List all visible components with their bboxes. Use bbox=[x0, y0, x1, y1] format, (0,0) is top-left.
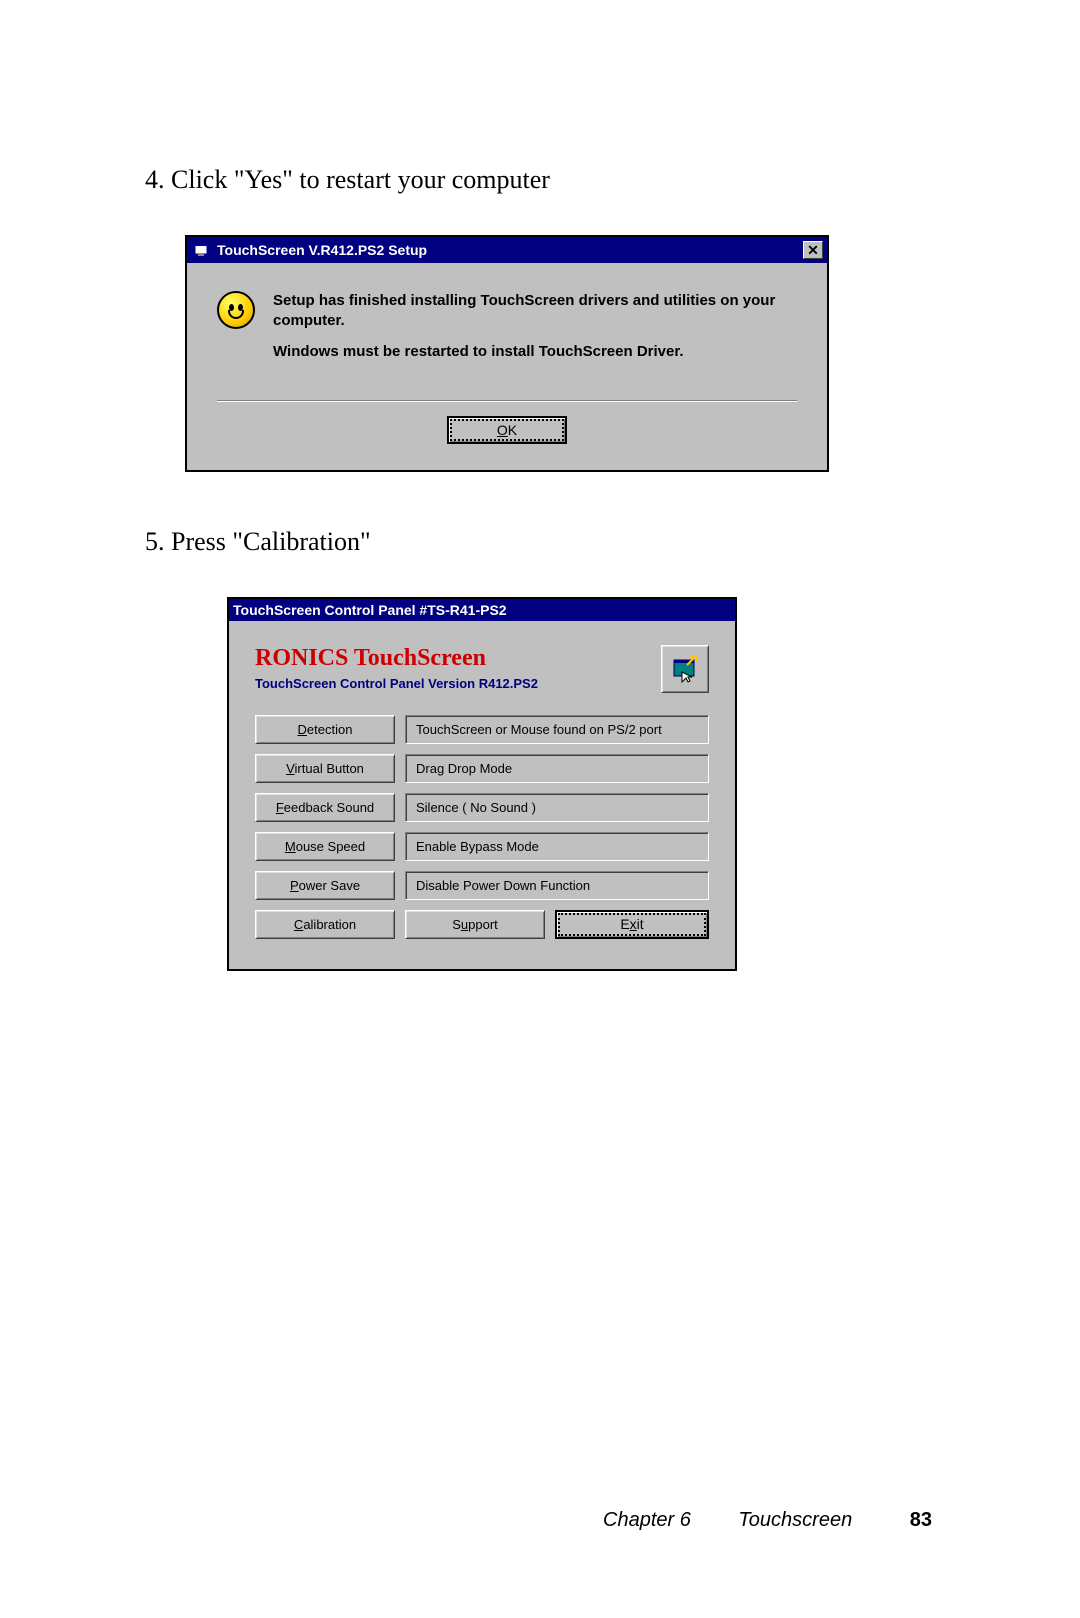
row-virtual-button: Virtual Button Drag Drop Mode bbox=[255, 754, 709, 783]
footer-chapter: Chapter 6 bbox=[603, 1509, 691, 1531]
power-save-value: Disable Power Down Function bbox=[405, 871, 709, 900]
feedback-sound-value: Silence ( No Sound ) bbox=[405, 793, 709, 822]
setup-titlebar: TouchScreen V.R412.PS2 Setup ✕ bbox=[187, 237, 827, 263]
support-button[interactable]: Support bbox=[405, 910, 545, 939]
page-footer: Chapter 6 Touchscreen 83 bbox=[0, 1509, 1080, 1532]
setup-dialog: TouchScreen V.R412.PS2 Setup ✕ Setup has… bbox=[185, 235, 829, 472]
setup-message: Setup has finished installing TouchScree… bbox=[273, 291, 797, 372]
step-4-text: 4. Click "Yes" to restart your computer bbox=[145, 165, 935, 195]
step-5-text: 5. Press "Calibration" bbox=[145, 527, 935, 557]
row-detection: Detection TouchScreen or Mouse found on … bbox=[255, 715, 709, 744]
cp-titlebar: TouchScreen Control Panel #TS-R41-PS2 bbox=[229, 599, 735, 621]
mouse-speed-button[interactable]: Mouse Speed bbox=[255, 832, 395, 861]
calibration-button[interactable]: Calibration bbox=[255, 910, 395, 939]
row-mouse-speed: Mouse Speed Enable Bypass Mode bbox=[255, 832, 709, 861]
footer-page-number: 83 bbox=[910, 1509, 932, 1531]
detection-button[interactable]: Detection bbox=[255, 715, 395, 744]
brand-title: RONICS TouchScreen bbox=[255, 645, 538, 672]
row-feedback-sound: Feedback Sound Silence ( No Sound ) bbox=[255, 793, 709, 822]
row-power-save: Power Save Disable Power Down Function bbox=[255, 871, 709, 900]
smiley-icon bbox=[217, 291, 255, 329]
virtual-button-value: Drag Drop Mode bbox=[405, 754, 709, 783]
setup-title: TouchScreen V.R412.PS2 Setup bbox=[217, 242, 803, 258]
ok-button[interactable]: OK bbox=[447, 416, 567, 444]
close-icon[interactable]: ✕ bbox=[803, 241, 823, 259]
setup-app-icon bbox=[191, 240, 211, 260]
power-save-button[interactable]: Power Save bbox=[255, 871, 395, 900]
mouse-speed-value: Enable Bypass Mode bbox=[405, 832, 709, 861]
control-panel-dialog: TouchScreen Control Panel #TS-R41-PS2 RO… bbox=[227, 597, 737, 971]
virtual-button-button[interactable]: Virtual Button bbox=[255, 754, 395, 783]
touchscreen-icon bbox=[661, 645, 709, 693]
exit-button[interactable]: Exit bbox=[555, 910, 709, 939]
feedback-sound-button[interactable]: Feedback Sound bbox=[255, 793, 395, 822]
footer-title: Touchscreen bbox=[738, 1509, 852, 1531]
brand-subtitle: TouchScreen Control Panel Version R412.P… bbox=[255, 676, 538, 691]
detection-value: TouchScreen or Mouse found on PS/2 port bbox=[405, 715, 709, 744]
cp-title: TouchScreen Control Panel #TS-R41-PS2 bbox=[233, 602, 731, 618]
